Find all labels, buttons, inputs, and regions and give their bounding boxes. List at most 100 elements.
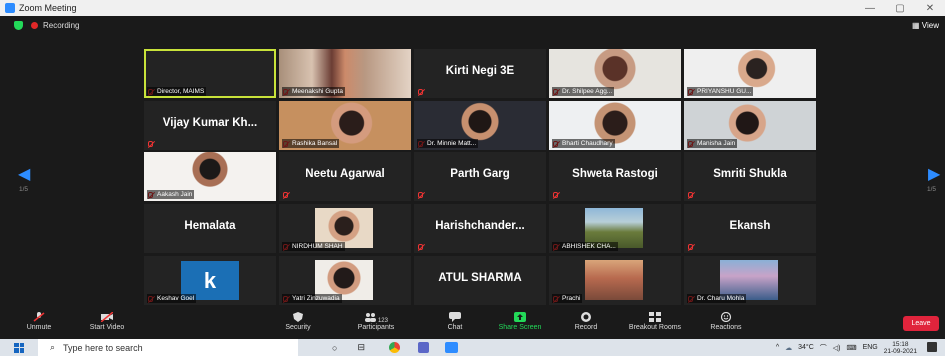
participant-video <box>585 260 643 300</box>
maximize-button[interactable]: ▢ <box>885 3 915 14</box>
participant-tile[interactable]: Rashika Bansal <box>279 101 411 150</box>
participant-name: Shweta Rastogi <box>572 168 658 180</box>
participant-tile[interactable]: Dr. Charu Mohla <box>684 256 816 305</box>
taskbar-clock[interactable]: 15:18 21-09-2021 <box>884 341 917 355</box>
taskbar-search-placeholder: Type here to search <box>63 342 143 353</box>
participant-tile[interactable]: Parth Garg <box>414 152 546 201</box>
participant-tile[interactable]: NIRDHUM SHAH <box>279 204 411 253</box>
chat-button[interactable]: Chat <box>440 312 470 331</box>
cortana-circle-icon[interactable]: ○ <box>332 343 337 353</box>
volume-icon[interactable]: ◁) <box>833 344 841 352</box>
participant-tile[interactable]: Bharti Chaudhary <box>549 101 681 150</box>
record-icon <box>581 312 591 322</box>
next-page-arrow-icon[interactable]: ▶ <box>928 164 940 184</box>
close-button[interactable]: ✕ <box>915 3 945 14</box>
security-button[interactable]: Security <box>279 312 317 331</box>
muted-microphone-icon <box>33 312 45 322</box>
participant-name: Ekansh <box>729 220 771 232</box>
record-button[interactable]: Record <box>570 312 602 331</box>
window-title: Zoom Meeting <box>19 3 77 13</box>
security-shield-icon[interactable] <box>14 20 23 30</box>
reactions-button[interactable]: Reactions <box>704 312 748 331</box>
muted-mic-icon <box>553 192 558 198</box>
start-video-button[interactable]: Start Video <box>80 312 134 331</box>
participant-tile[interactable]: Hemalata <box>144 204 276 253</box>
participant-tile[interactable]: Director, MAIMS <box>144 49 276 98</box>
muted-mic-icon <box>418 192 423 198</box>
recording-status: Recording <box>43 20 80 30</box>
reactions-label: Reactions <box>710 324 742 331</box>
network-icon[interactable]: ⌒ <box>820 343 827 353</box>
previous-page-arrow-icon[interactable]: ◀ <box>18 164 30 184</box>
teams-app-icon[interactable] <box>417 342 429 353</box>
participants-icon <box>365 313 377 322</box>
participant-tile[interactable]: Dr. Minnie Matt... <box>414 101 546 150</box>
participant-label: Prachi <box>552 294 583 303</box>
muted-mic-icon <box>688 244 693 250</box>
participant-tile[interactable]: Meenakshi Gupta <box>279 49 411 98</box>
system-tray: ^ ☁ 34°C ⌒ ◁) ⌨ ENG 15:18 21-09-2021 <box>776 339 917 356</box>
participant-name: Vijay Kumar Kh... <box>162 117 258 129</box>
windows-start-icon[interactable] <box>14 342 24 353</box>
participant-label: Bharti Chaudhary <box>552 139 615 148</box>
participant-tile[interactable]: Shweta Rastogi <box>549 152 681 201</box>
chevron-up-icon[interactable]: ^ <box>776 344 779 351</box>
chat-bubble-icon <box>449 312 461 322</box>
participant-tile[interactable]: Prachi <box>549 256 681 305</box>
participants-label: Participants <box>357 324 395 331</box>
participants-button[interactable]: 123 Participants <box>348 312 404 331</box>
participant-label: Dr. Minnie Matt... <box>417 139 479 148</box>
window-titlebar: Zoom Meeting — ▢ ✕ <box>0 0 945 16</box>
page-indicator-left: 1/5 <box>19 186 29 193</box>
participant-tile[interactable]: Vijay Kumar Kh... <box>144 101 276 150</box>
unmute-label: Unmute <box>26 324 52 331</box>
muted-mic-icon <box>283 192 288 198</box>
participant-label: Keshav Goel <box>147 294 197 303</box>
participant-tile[interactable]: Yatri Zinzuwadia <box>279 256 411 305</box>
weather-cloud-icon: ☁ <box>785 344 793 352</box>
temperature-readout: 34°C <box>798 344 814 351</box>
participant-tile[interactable]: Neetu Agarwal <box>279 152 411 201</box>
participant-label: Dr. Shilpee Agg... <box>552 87 615 96</box>
gallery-view: ◀ 1/5 ▶ 1/5 Director, MAIMS Meenakshi Gu… <box>0 34 945 310</box>
keyboard-icon[interactable]: ⌨ <box>846 344 856 352</box>
participant-tile[interactable]: k Keshav Goel <box>144 256 276 305</box>
participant-label: Rashika Bansal <box>282 139 340 148</box>
participant-tile[interactable]: Kirti Negi 3E <box>414 49 546 98</box>
taskbar-search-box[interactable]: ⌕ Type here to search <box>38 339 298 356</box>
participant-label: Aakash Jain <box>147 190 195 199</box>
participant-tile[interactable]: PRIYANSHU GU... <box>684 49 816 98</box>
record-label: Record <box>574 324 598 331</box>
participant-tile[interactable]: Manisha Jain <box>684 101 816 150</box>
participant-tile[interactable]: ABHISHEK CHA... <box>549 204 681 253</box>
share-screen-button[interactable]: Share Screen <box>492 312 548 331</box>
participant-label: NIRDHUM SHAH <box>282 242 345 251</box>
participant-label: Dr. Charu Mohla <box>687 294 747 303</box>
participant-tile[interactable]: Ekansh <box>684 204 816 253</box>
participant-tile[interactable]: Smriti Shukla <box>684 152 816 201</box>
participant-tile[interactable]: Aakash Jain <box>144 152 276 201</box>
share-screen-icon <box>514 312 526 322</box>
view-label: View <box>921 20 939 30</box>
participant-name: Smriti Shukla <box>713 168 787 180</box>
minimize-button[interactable]: — <box>855 3 885 14</box>
participant-tile[interactable]: ATUL SHARMA <box>414 256 546 305</box>
start-video-label: Start Video <box>89 324 125 331</box>
breakout-rooms-button[interactable]: Breakout Rooms <box>620 312 690 331</box>
chrome-app-icon[interactable] <box>388 342 400 353</box>
notifications-icon[interactable] <box>927 342 937 352</box>
participant-tile[interactable]: Dr. Shilpee Agg... <box>549 49 681 98</box>
leave-button[interactable]: Leave <box>903 316 939 331</box>
participant-name: Harishchander... <box>435 220 525 232</box>
unmute-button[interactable]: Unmute <box>20 312 58 331</box>
language-indicator[interactable]: ENG <box>863 344 878 351</box>
task-view-icon[interactable]: ⊟ <box>357 342 365 353</box>
zoom-app-icon[interactable] <box>444 342 458 353</box>
muted-mic-icon <box>688 192 693 198</box>
view-button[interactable]: ▦ View <box>912 21 939 30</box>
participant-label: Meenakshi Gupta <box>282 87 345 96</box>
participant-tile[interactable]: Harishchander... <box>414 204 546 253</box>
security-shield-toolbar-icon <box>293 312 303 322</box>
participant-name: Neetu Agarwal <box>305 168 385 180</box>
breakout-rooms-label: Breakout Rooms <box>628 324 682 331</box>
